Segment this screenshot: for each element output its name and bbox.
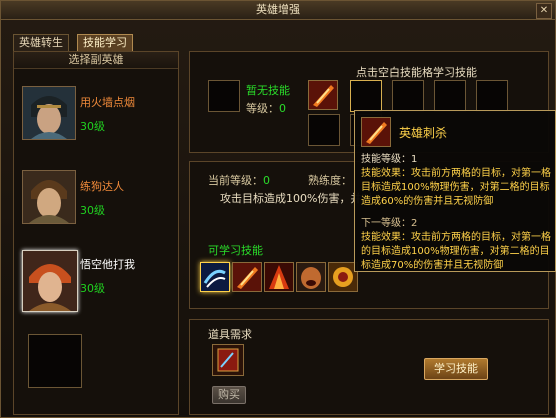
hero-level: 30级 [80,204,105,217]
hero-name: 练狗达人 [80,180,124,193]
skill-icon-slash[interactable] [232,262,262,292]
tooltip-effect-next: 技能效果：攻击前方两格的目标，对第一格的目标造成100%物理伤害，对第二格的目标… [361,232,551,271]
hero-select-header: 选择副英雄 [14,52,178,69]
tooltip-next-level: 下一等级：2 [361,218,418,229]
hero-name: 悟空他打我 [80,258,135,271]
hero-entry-1[interactable]: 用火墙点烟 30级 [14,86,174,146]
skill-book-icon [212,344,244,376]
hero-enhance-window: 英雄增强 ✕ 英雄转生 技能学习 选择副英雄 用火墙点烟 30级 练狗达人 30… [0,0,556,418]
skill-slot-empty[interactable] [392,80,424,112]
skill-level-label: 等级： [246,102,279,115]
buy-button[interactable]: 购买 [212,386,246,404]
skill-icon-slash[interactable] [308,80,338,110]
window-title: 英雄增强 [256,3,300,16]
hero-name: 用火墙点烟 [80,96,135,109]
hero-level: 30级 [80,282,105,295]
hero-entry-2[interactable]: 练狗达人 30级 [14,170,174,230]
skill-slot-empty[interactable] [308,114,340,146]
hero-level: 30级 [80,120,105,133]
current-level-value: 0 [263,174,270,187]
close-icon[interactable]: ✕ [536,3,552,19]
proficiency-label: 熟练度： [308,174,352,187]
hero-avatar [22,250,78,312]
skill-icon-fire[interactable] [264,262,294,292]
skill-tooltip: 英雄刺杀 技能等级：1 技能效果：攻击前方两格的目标，对第一格目标造成100%物… [354,110,556,272]
skill-description: 攻击目标造成100%伤害，并对 [220,192,373,205]
skill-slot-empty[interactable] [434,80,466,112]
skill-slot-empty[interactable] [350,80,382,112]
current-skill-slot [208,80,240,112]
empty-hero-slot[interactable] [28,334,82,388]
item-requirement-panel: 道具需求 购买 学习技能 [189,319,549,415]
tooltip-skill-name: 英雄刺杀 [399,126,448,140]
tooltip-skill-level-value: 1 [411,154,418,165]
tooltip-effect-current: 技能效果：攻击前方两格的目标，对第一格目标造成100%物理伤害，对第二格的目标造… [361,168,551,207]
hero-avatar [22,170,76,224]
learn-skill-button[interactable]: 学习技能 [424,358,488,380]
learnable-title: 可学习技能 [208,244,263,257]
hero-entry-3-selected[interactable]: 悟空他打我 30级 [14,250,174,314]
skill-slot-hint: 点击空白技能格学习技能 [356,66,477,79]
item-requirement-title: 道具需求 [208,328,252,341]
tab-hero-rebirth[interactable]: 英雄转生 [13,34,69,52]
no-skill-text: 暂无技能 [246,84,290,97]
tab-skill-learn[interactable]: 技能学习 [77,34,133,52]
skill-slot-empty[interactable] [476,80,508,112]
skill-icon-roar[interactable] [296,262,326,292]
skill-icon-whirl[interactable] [200,262,230,292]
title-bar: 英雄增强 ✕ [1,1,555,20]
skill-level-value: 0 [279,102,286,115]
skill-icon-slash [361,117,391,147]
tooltip-skill-level-label: 技能等级： [361,154,411,165]
current-level-label: 当前等级： [208,174,263,187]
hero-select-panel: 选择副英雄 用火墙点烟 30级 练狗达人 30级 悟空他打我 30级 [13,51,179,415]
hero-avatar [22,86,76,140]
